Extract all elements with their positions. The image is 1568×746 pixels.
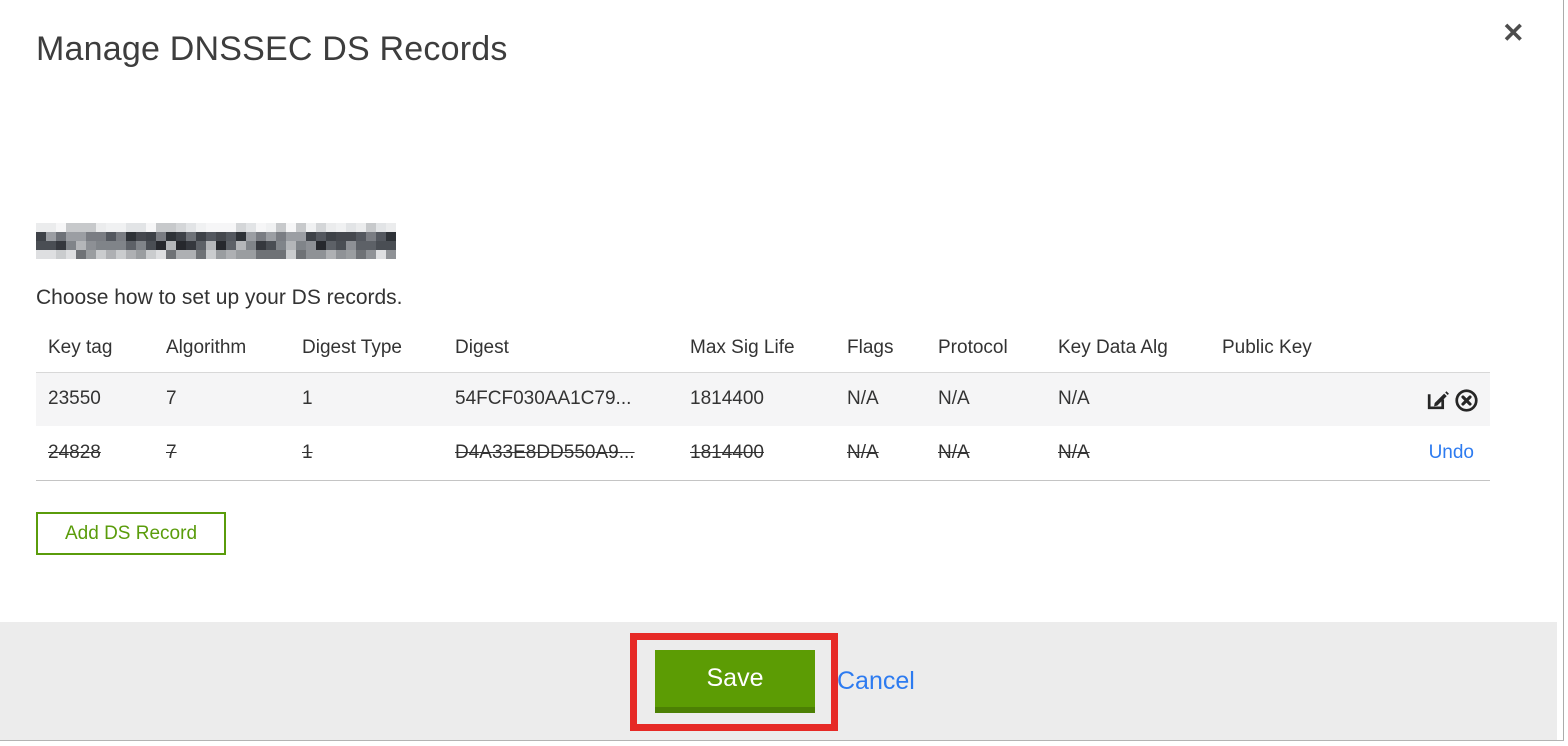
column-header-key-data-alg: Key Data Alg — [1046, 330, 1210, 373]
redacted-domain-name — [36, 223, 396, 259]
column-header-public-key: Public Key — [1210, 330, 1408, 373]
delete-record-icon[interactable] — [1453, 386, 1480, 413]
cancel-link[interactable]: Cancel — [837, 667, 915, 696]
undo-link[interactable]: Undo — [1429, 442, 1480, 463]
cell-key-data-alg: N/A — [1046, 426, 1210, 481]
table-header-row: Key tag Algorithm Digest Type Digest Max… — [36, 330, 1490, 373]
column-header-protocol: Protocol — [926, 330, 1046, 373]
cell-flags: N/A — [835, 372, 926, 426]
cell-digest-type: 1 — [290, 426, 443, 481]
cell-algorithm: 7 — [154, 426, 290, 481]
table-row: 23550 7 1 54FCF030AA1C79... 1814400 N/A … — [36, 372, 1490, 426]
right-border-line — [1563, 0, 1564, 740]
cell-digest-type: 1 — [290, 372, 443, 426]
cell-digest: D4A33E8DD550A9... — [443, 426, 678, 481]
cell-algorithm: 7 — [154, 372, 290, 426]
column-header-digest: Digest — [443, 330, 678, 373]
column-header-algorithm: Algorithm — [154, 330, 290, 373]
column-header-key-tag: Key tag — [36, 330, 154, 373]
bottom-border-line — [0, 740, 1564, 741]
edit-record-icon[interactable] — [1424, 386, 1451, 413]
cell-digest: 54FCF030AA1C79... — [443, 372, 678, 426]
ds-records-table: Key tag Algorithm Digest Type Digest Max… — [36, 330, 1490, 481]
cell-max-sig-life: 1814400 — [678, 426, 835, 481]
subtitle-text: Choose how to set up your DS records. — [36, 286, 403, 309]
page-title: Manage DNSSEC DS Records — [36, 30, 508, 68]
cell-key-tag: 23550 — [36, 372, 154, 426]
close-icon[interactable]: ✕ — [1502, 20, 1525, 47]
add-ds-record-button[interactable]: Add DS Record — [36, 512, 227, 555]
cell-max-sig-life: 1814400 — [678, 372, 835, 426]
dnssec-modal: Manage DNSSEC DS Records ✕ Choose how to… — [0, 0, 1568, 746]
column-header-flags: Flags — [835, 330, 926, 373]
cell-protocol: N/A — [926, 372, 1046, 426]
column-header-digest-type: Digest Type — [290, 330, 443, 373]
row-actions — [1408, 372, 1490, 426]
table-row-deleted: 24828 7 1 D4A33E8DD550A9... 1814400 N/A … — [36, 426, 1490, 481]
column-header-max-sig-life: Max Sig Life — [678, 330, 835, 373]
row-actions: Undo — [1408, 426, 1490, 481]
cell-public-key — [1210, 426, 1408, 481]
cell-key-tag: 24828 — [36, 426, 154, 481]
cell-public-key — [1210, 372, 1408, 426]
cell-key-data-alg: N/A — [1046, 372, 1210, 426]
cell-protocol: N/A — [926, 426, 1046, 481]
cell-flags: N/A — [835, 426, 926, 481]
column-header-actions — [1408, 330, 1490, 373]
save-button[interactable]: Save — [655, 650, 815, 713]
